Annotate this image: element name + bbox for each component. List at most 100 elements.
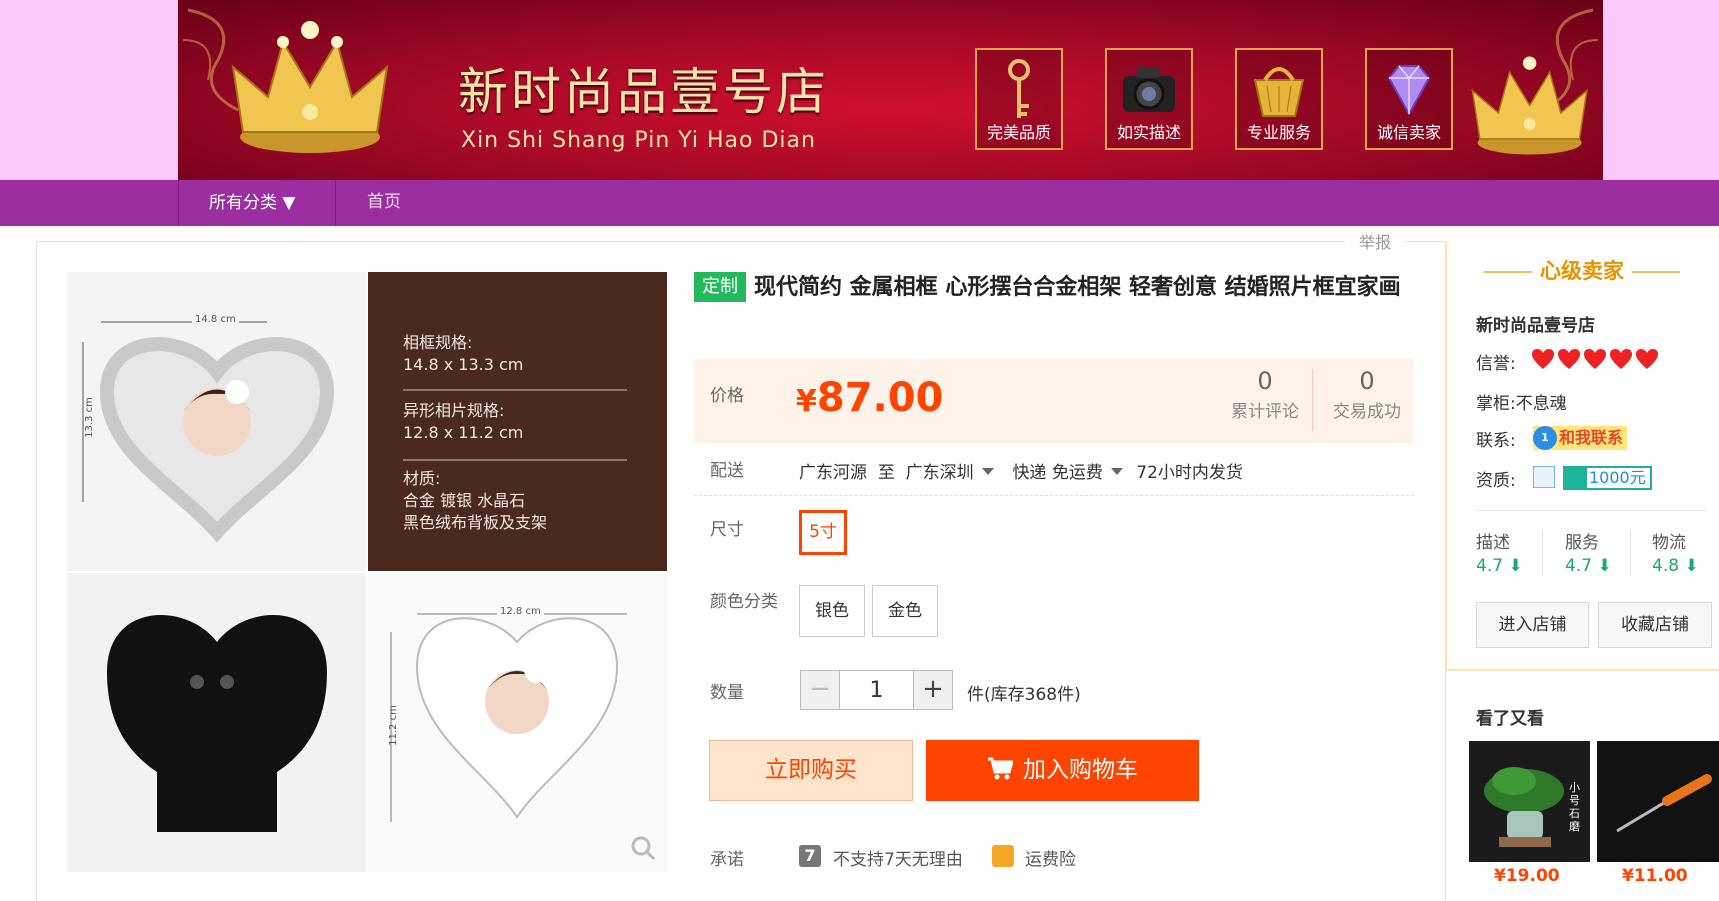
stock-text: 件(库存368件) xyxy=(967,685,1081,705)
owner-name: 不息魂 xyxy=(1515,394,1567,414)
photo-spec-value: 12.8 x 11.2 cm xyxy=(403,423,524,442)
color-option-silver[interactable]: 银色 xyxy=(799,585,865,637)
contact-label: 联系: xyxy=(1476,431,1516,451)
badge-label: 专业服务 xyxy=(1246,123,1311,142)
also-viewed-price-1: ¥19.00 xyxy=(1494,866,1560,886)
nav-home-link[interactable]: 首页 xyxy=(367,180,401,226)
product-main-image[interactable]: 相框规格: 14.8 x 13.3 cm 异形相片规格: 12.8 x 11.2… xyxy=(67,272,667,872)
crown-left-icon xyxy=(231,21,389,153)
also-viewed-price-2: ¥11.00 xyxy=(1622,866,1688,886)
quantity-plus-button[interactable]: + xyxy=(913,670,953,710)
shop-navbar: 所有分类 ▼ 首页 xyxy=(0,180,1719,226)
shipping-info: 广东河源 至 广东深圳 快递 免运费 72小时内发货 xyxy=(799,458,1243,483)
product-title-text: 现代简约 金属相框 心形摆台合金相架 轻奢创意 结婚照片框宜家画 xyxy=(754,274,1401,300)
score-value-logistics: 4.8 ⬇ xyxy=(1652,556,1699,576)
dim-label-top: 14.8 cm xyxy=(192,314,239,325)
promise-no-return: 不支持7天无理由 xyxy=(833,850,963,870)
score-number: 4.7 xyxy=(1476,556,1504,576)
deposit-badge[interactable]: 1000元 xyxy=(1563,466,1652,490)
photo-spec-label: 异形相片规格: xyxy=(403,401,505,420)
badge-label: 诚信卖家 xyxy=(1376,123,1441,142)
also-viewed-item-1[interactable]: 小号石磨 xyxy=(1469,741,1590,862)
score-divider xyxy=(1542,530,1543,576)
promise-label: 承诺 xyxy=(710,850,744,870)
cart-icon xyxy=(988,757,1015,780)
diamond-icon xyxy=(1387,65,1431,117)
deposit-amount: 1000元 xyxy=(1589,468,1646,487)
key-icon xyxy=(1008,59,1030,118)
product-photo xyxy=(67,272,667,872)
quantity-label: 数量 xyxy=(710,683,744,703)
shop-banner[interactable]: 新时尚品壹号店 Xin Shi Shang Pin Yi Hao Dian 完美… xyxy=(178,0,1603,180)
score-value-service: 4.7 ⬇ xyxy=(1565,556,1612,576)
score-divider xyxy=(1630,530,1631,576)
price-panel: 价格 ¥87.00 0 累计评论 0 交易成功 xyxy=(694,359,1414,443)
owner-label-text: 掌柜: xyxy=(1476,394,1516,414)
shipping-method-select[interactable]: 快递 免运费 xyxy=(1012,463,1102,483)
camera-icon xyxy=(1123,68,1175,112)
ship-to-select[interactable]: 广东深圳 xyxy=(906,463,974,483)
size-option-5[interactable]: 5寸 xyxy=(799,510,847,555)
frame-spec-value: 14.8 x 13.3 cm xyxy=(403,355,524,374)
add-to-cart-button[interactable]: 加入购物车 xyxy=(926,740,1199,801)
chevron-down-icon[interactable] xyxy=(1110,468,1123,475)
arrow-down-icon: ⬇ xyxy=(1684,556,1699,576)
seller-level-title: 心级卖家 xyxy=(1445,255,1719,285)
contact-seller-button[interactable]: 1 和我联系 xyxy=(1533,426,1628,450)
buy-now-button[interactable]: 立即购买 xyxy=(709,740,913,801)
crown-right-icon xyxy=(1471,56,1588,155)
divider-line xyxy=(1476,510,1706,511)
score-label-logistics: 物流 xyxy=(1652,533,1686,553)
owner-label: 掌柜:不息魂 xyxy=(1476,389,1567,414)
also-viewed-item-2[interactable] xyxy=(1597,741,1719,862)
no-7-day-return-icon: 7 xyxy=(799,845,821,867)
dim-label-side-2: 11.2 cm xyxy=(387,705,399,746)
enter-store-button[interactable]: 进入店铺 xyxy=(1476,602,1589,648)
quantity-input[interactable]: 1 xyxy=(840,670,913,710)
report-link[interactable]: 举报 xyxy=(1345,229,1406,253)
zoom-icon[interactable] xyxy=(630,835,656,861)
ship-to-word: 至 xyxy=(877,463,895,483)
score-label-description: 描述 xyxy=(1476,533,1510,553)
size-label: 尺寸 xyxy=(710,520,744,540)
dim-label-side: 13.3 cm xyxy=(83,397,95,438)
heart-icon xyxy=(1636,349,1658,369)
review-count-stat[interactable]: 0 累计评论 xyxy=(1218,367,1312,422)
all-categories-menu[interactable]: 所有分类 ▼ xyxy=(178,180,336,226)
chevron-down-icon[interactable] xyxy=(981,468,994,475)
ship-from: 广东河源 xyxy=(799,463,867,483)
shield-icon xyxy=(1565,468,1587,488)
frame-spec-label: 相框规格: xyxy=(403,333,473,352)
badge-label: 如实描述 xyxy=(1116,123,1181,142)
basket-icon xyxy=(1253,67,1305,117)
qualification-label: 资质: xyxy=(1476,471,1516,491)
badge-honest-seller: 诚信卖家 xyxy=(1365,48,1453,150)
price-label: 价格 xyxy=(710,386,744,406)
add-to-cart-label: 加入购物车 xyxy=(1023,757,1138,783)
dispatch-time: 72小时内发货 xyxy=(1136,463,1243,483)
quantity-minus-button[interactable]: − xyxy=(800,670,840,710)
score-value-description: 4.7 ⬇ xyxy=(1476,556,1523,576)
review-count: 0 xyxy=(1257,367,1273,395)
banner-shop-name: 新时尚品壹号店 xyxy=(458,63,829,121)
custom-tag: 定制 xyxy=(694,272,746,302)
sales-count: 0 xyxy=(1359,367,1375,395)
divider-line xyxy=(694,495,1414,496)
promise-shipping-insurance: 运费险 xyxy=(1025,850,1076,870)
badge-label: 完美品质 xyxy=(986,123,1051,142)
color-option-gold[interactable]: 金色 xyxy=(872,585,938,637)
price-amount: 87.00 xyxy=(816,375,944,421)
stat-divider xyxy=(1312,369,1313,431)
id-card-icon[interactable] xyxy=(1533,466,1555,488)
favorite-store-button[interactable]: 收藏店铺 xyxy=(1598,602,1712,648)
currency-symbol: ¥ xyxy=(796,384,817,419)
seller-shop-name[interactable]: 新时尚品壹号店 xyxy=(1476,311,1595,336)
reputation-label: 信誉: xyxy=(1476,354,1516,374)
thumbnail-overlay-text: 小号石磨 xyxy=(1569,781,1580,833)
banner-shop-pinyin: Xin Shi Shang Pin Yi Hao Dian xyxy=(461,128,816,153)
price-value: ¥87.00 xyxy=(796,375,943,421)
heart-icon xyxy=(1532,349,1554,369)
material-label: 材质: xyxy=(403,469,441,488)
shipping-insurance-icon xyxy=(992,845,1014,867)
also-viewed-title: 看了又看 xyxy=(1476,709,1544,729)
